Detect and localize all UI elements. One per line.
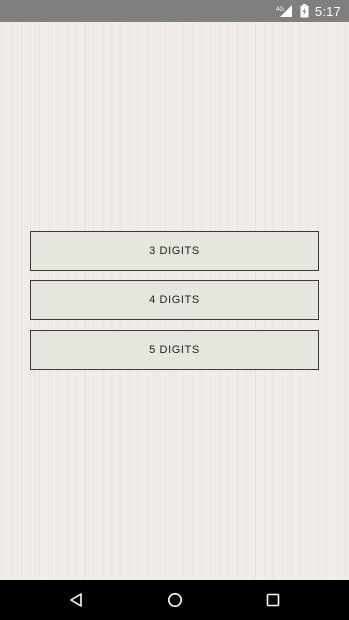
recents-icon <box>266 593 280 607</box>
home-icon <box>167 592 183 608</box>
signal-icon: 4G <box>276 4 294 18</box>
five-digits-button[interactable]: 5 DIGITS <box>30 330 319 370</box>
network-type-label: 4G <box>276 7 284 13</box>
status-bar: 4G 5:17 <box>0 0 349 22</box>
home-button[interactable] <box>155 580 195 620</box>
back-button[interactable] <box>56 580 96 620</box>
navigation-bar <box>0 580 349 620</box>
status-time: 5:17 <box>314 3 341 19</box>
battery-icon <box>300 4 309 18</box>
four-digits-button[interactable]: 4 DIGITS <box>30 280 319 320</box>
back-icon <box>68 592 84 608</box>
status-icons: 4G 5:17 <box>276 0 341 22</box>
main-content: 3 DIGITS 4 DIGITS 5 DIGITS <box>0 22 349 580</box>
three-digits-button[interactable]: 3 DIGITS <box>30 231 319 271</box>
recents-button[interactable] <box>253 580 293 620</box>
